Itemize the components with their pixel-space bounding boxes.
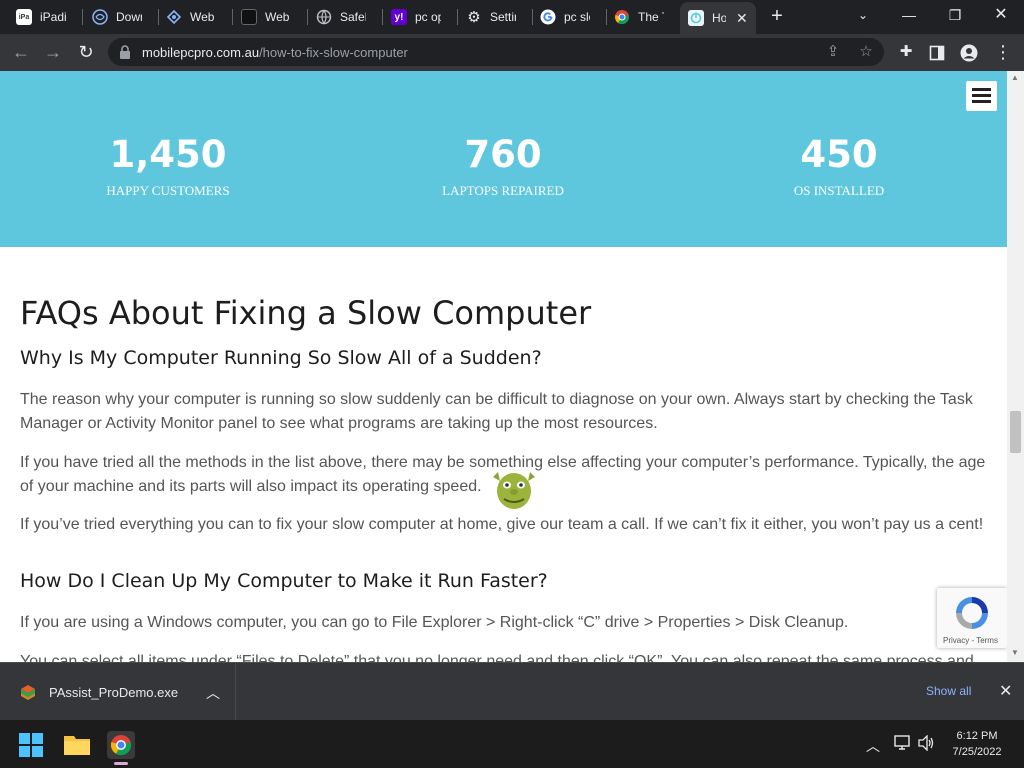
tab-settings[interactable]: ⚙ Settin [466, 4, 516, 30]
recaptcha-badge[interactable]: Privacy - Terms [937, 588, 1007, 648]
clock-time: 6:12 PM [956, 730, 998, 742]
faq-answer-paragraph: The reason why your computer is running … [20, 391, 973, 432]
hamburger-menu-button[interactable] [966, 81, 997, 111]
extensions-puzzle-icon[interactable]: ✚ [893, 40, 919, 66]
installer-file-icon [21, 685, 35, 700]
faq-answer-paragraph: If you’ve tried everything you can to fi… [20, 516, 984, 533]
faq-answer-paragraph: If you are using a Windows computer, you… [20, 614, 849, 631]
faq-answer-paragraph: You can select all items under “Files to… [20, 653, 974, 662]
network-icon[interactable] [893, 735, 911, 751]
tab-google-search[interactable]: pc slo [540, 4, 590, 30]
stat-label: HAPPY CUSTOMERS [106, 183, 230, 198]
page-scrollbar[interactable]: ▲ ▼ [1007, 71, 1024, 662]
lock-icon [120, 45, 130, 59]
downloads-bar: PAssist_ProDemo.exe ︿ Show all ✕ [0, 662, 1024, 720]
tab-title: pc slo [564, 10, 590, 24]
gear-favicon: ⚙ [467, 9, 481, 26]
close-window-button[interactable]: ✕ [986, 2, 1016, 30]
close-downloads-icon[interactable]: ✕ [999, 681, 1012, 701]
url-text: mobilepcpro.com.au/how-to-fix-slow-compu… [142, 45, 408, 60]
recaptcha-logo-icon [956, 597, 988, 629]
stat-number: 760 [464, 133, 542, 176]
minimize-button[interactable]: — [894, 2, 924, 30]
globe-favicon [316, 9, 332, 25]
tab-websearch-2[interactable]: Web S [241, 4, 291, 30]
chrome-menu-icon[interactable]: ⋮ [990, 40, 1016, 66]
new-tab-button[interactable]: + [766, 4, 788, 30]
scroll-up-arrow-icon[interactable]: ▲ [1011, 73, 1019, 82]
websearch-favicon [166, 9, 182, 25]
download-favicon [92, 9, 108, 25]
file-explorer-icon[interactable] [64, 733, 90, 755]
tab-title: Ho [712, 11, 726, 25]
stat-label: LAPTOPS REPAIRED [442, 183, 564, 198]
stat-laptops-repaired: 760 LAPTOPS REPAIRED [393, 133, 613, 199]
close-tab-icon[interactable]: ✕ [736, 10, 748, 27]
download-item[interactable]: PAssist_ProDemo.exe ︿ [0, 663, 236, 720]
bookmark-star-icon[interactable]: ☆ [857, 43, 875, 61]
address-bar[interactable]: mobilepcpro.com.au/how-to-fix-slow-compu… [108, 38, 884, 66]
shrek-cursor-icon [493, 472, 535, 509]
browser-toolbar: ← → ↻ mobilepcpro.com.au/how-to-fix-slow… [0, 34, 1024, 71]
tab-pc-optimizer[interactable]: y! pc opt [391, 4, 441, 30]
tab-ipadian[interactable]: iPa iPadian [16, 4, 66, 30]
share-icon[interactable]: ⇪ [824, 43, 842, 61]
chevron-up-icon[interactable]: ︿ [206, 683, 220, 703]
faq-question-1: Why Is My Computer Running So Slow All o… [20, 347, 542, 369]
recaptcha-privacy-terms[interactable]: Privacy - Terms [943, 636, 998, 645]
scroll-down-arrow-icon[interactable]: ▼ [1011, 648, 1019, 657]
side-panel-icon[interactable] [924, 40, 950, 66]
yahoo-favicon: y! [391, 9, 407, 25]
tab-title: The To [638, 10, 664, 24]
tab-title: Downl [116, 10, 142, 24]
tab-title: iPadian [40, 10, 66, 24]
tab-websearch[interactable]: Web S [166, 4, 216, 30]
tab-safefinder[interactable]: SafeFi [316, 4, 366, 30]
show-all-downloads-link[interactable]: Show all [926, 684, 971, 698]
scrollbar-thumb[interactable] [1010, 411, 1021, 453]
websearch-dark-favicon [241, 9, 257, 25]
show-hidden-icons-chevron-icon[interactable]: ︿ [866, 736, 880, 756]
restore-button[interactable]: ❐ [940, 2, 970, 30]
stat-number: 1,450 [109, 133, 227, 176]
system-clock[interactable]: 6:12 PM 7/25/2022 [944, 728, 1010, 760]
tab-active-mobilepcpro[interactable]: Ho ✕ [680, 2, 756, 34]
stat-label: OS INSTALLED [793, 183, 885, 198]
faq-heading: FAQs About Fixing a Slow Computer [20, 294, 592, 332]
download-filename: PAssist_ProDemo.exe [49, 685, 179, 700]
active-app-indicator [114, 762, 128, 765]
tab-title: Web S [265, 10, 291, 24]
tab-title: Web S [190, 10, 216, 24]
clock-date: 7/25/2022 [952, 746, 1002, 758]
stat-os-installed: 450 OS INSTALLED [729, 133, 949, 199]
ipadian-favicon: iPa [16, 9, 32, 25]
tab-download[interactable]: Downl [92, 4, 142, 30]
volume-icon[interactable] [918, 735, 936, 751]
mobilepcpro-favicon [688, 10, 704, 26]
tab-search-chevron-icon[interactable]: ⌄ [852, 2, 874, 30]
stats-banner: 1,450 HAPPY CUSTOMERS 760 LAPTOPS REPAIR… [0, 71, 1007, 247]
page-viewport: 1,450 HAPPY CUSTOMERS 760 LAPTOPS REPAIR… [0, 71, 1024, 662]
windows-taskbar: ︿ 6:12 PM 7/25/2022 [0, 720, 1024, 768]
google-favicon [540, 9, 556, 25]
tab-title: Settin [490, 10, 516, 24]
back-button[interactable]: ← [8, 40, 34, 66]
chrome-taskbar-icon[interactable] [107, 731, 135, 759]
tab-title: SafeFi [340, 10, 366, 24]
tab-title: pc opt [415, 10, 441, 24]
stat-happy-customers: 1,450 HAPPY CUSTOMERS [58, 133, 278, 199]
faq-question-2: How Do I Clean Up My Computer to Make it… [20, 570, 548, 592]
forward-button[interactable]: → [40, 40, 66, 66]
profile-avatar-icon[interactable] [956, 40, 982, 66]
tab-the-top[interactable]: The To [614, 4, 664, 30]
tab-strip: iPa iPadian Downl Web S Web S SafeFi y! … [0, 0, 1024, 34]
chrome-web-favicon [614, 9, 630, 25]
stat-number: 450 [800, 133, 878, 176]
reload-button[interactable]: ↻ [73, 40, 99, 66]
windows-start-icon[interactable] [19, 733, 43, 757]
